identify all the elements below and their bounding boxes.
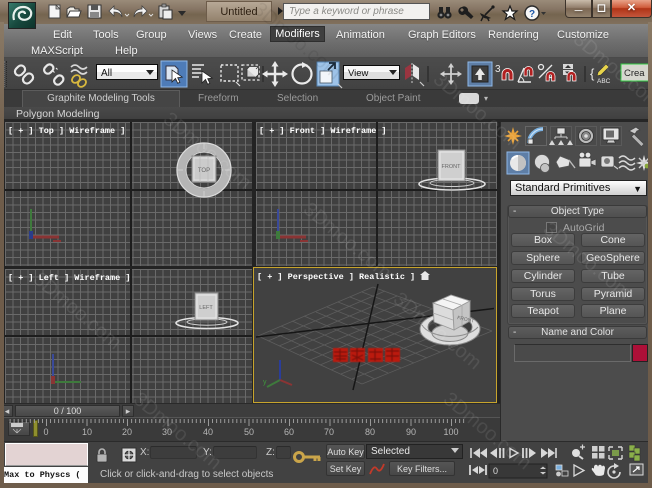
- svg-text:?: ?: [529, 9, 535, 20]
- svg-text:{: {: [590, 66, 595, 81]
- svg-text:3: 3: [495, 64, 501, 75]
- svg-text:70: 70: [324, 427, 334, 437]
- svg-text:Crea: Crea: [624, 68, 645, 79]
- svg-text:View: View: [348, 68, 369, 79]
- svg-text:0: 0: [493, 466, 498, 476]
- svg-text:40: 40: [203, 427, 213, 437]
- svg-text:FRONT: FRONT: [442, 164, 462, 170]
- svg-text:80: 80: [365, 427, 375, 437]
- svg-text:20: 20: [122, 427, 132, 437]
- svg-text:All: All: [101, 68, 112, 79]
- svg-text:30: 30: [162, 427, 172, 437]
- svg-text:10: 10: [82, 427, 92, 437]
- svg-text:0: 0: [43, 427, 48, 437]
- svg-text:ABC: ABC: [597, 78, 611, 85]
- svg-text:90: 90: [406, 427, 416, 437]
- svg-text:TOP: TOP: [198, 168, 210, 174]
- svg-text:y: y: [263, 379, 267, 386]
- svg-text:50: 50: [244, 427, 254, 437]
- svg-text:100: 100: [443, 427, 458, 437]
- svg-text:LEFT: LEFT: [199, 305, 213, 311]
- svg-text:60: 60: [284, 427, 294, 437]
